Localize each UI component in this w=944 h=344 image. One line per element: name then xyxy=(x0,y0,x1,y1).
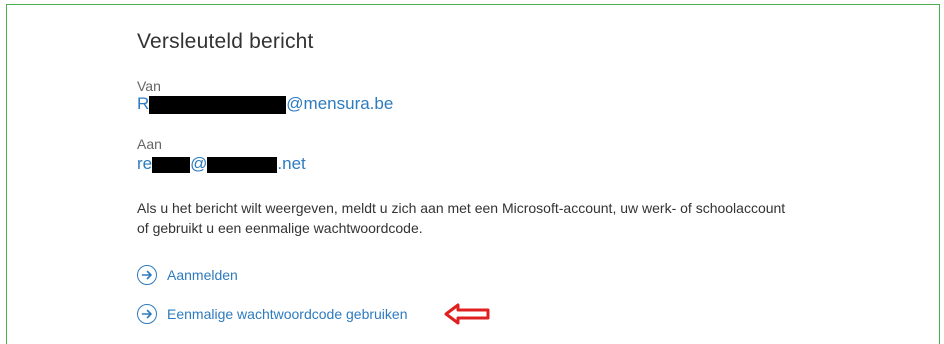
to-address: re @ .net xyxy=(137,154,306,174)
arrow-circle-right-icon xyxy=(137,265,157,285)
redaction-block xyxy=(207,156,278,173)
red-outline-arrow-left-icon xyxy=(444,303,490,325)
from-address-suffix: @mensura.be xyxy=(286,94,394,113)
to-address-mid: @ xyxy=(190,154,208,173)
arrow-circle-right-icon xyxy=(137,304,157,324)
from-label: Van xyxy=(137,78,161,94)
to-address-suffix: .net xyxy=(277,154,306,173)
page-title: Versleuteld bericht xyxy=(137,30,314,53)
one-time-passcode-link[interactable]: Eenmalige wachtwoordcode gebruiken xyxy=(137,304,407,324)
from-address: R @mensura.be xyxy=(137,94,393,114)
from-address-prefix: R xyxy=(137,94,150,113)
to-label: Aan xyxy=(137,136,162,152)
sign-in-label: Aanmelden xyxy=(167,267,238,283)
instructions-line-2: of gebruikt u een eenmalige wachtwoordco… xyxy=(137,220,423,236)
one-time-passcode-label: Eenmalige wachtwoordcode gebruiken xyxy=(167,306,408,322)
redaction-block xyxy=(149,95,287,114)
to-address-prefix: re xyxy=(137,154,153,173)
instructions-text: Als u het bericht wilt weergeven, meldt … xyxy=(137,198,877,238)
redaction-block xyxy=(152,156,191,173)
instructions-line-1: Als u het bericht wilt weergeven, meldt … xyxy=(137,200,786,216)
message-frame xyxy=(6,4,940,344)
sign-in-link[interactable]: Aanmelden xyxy=(137,265,238,285)
